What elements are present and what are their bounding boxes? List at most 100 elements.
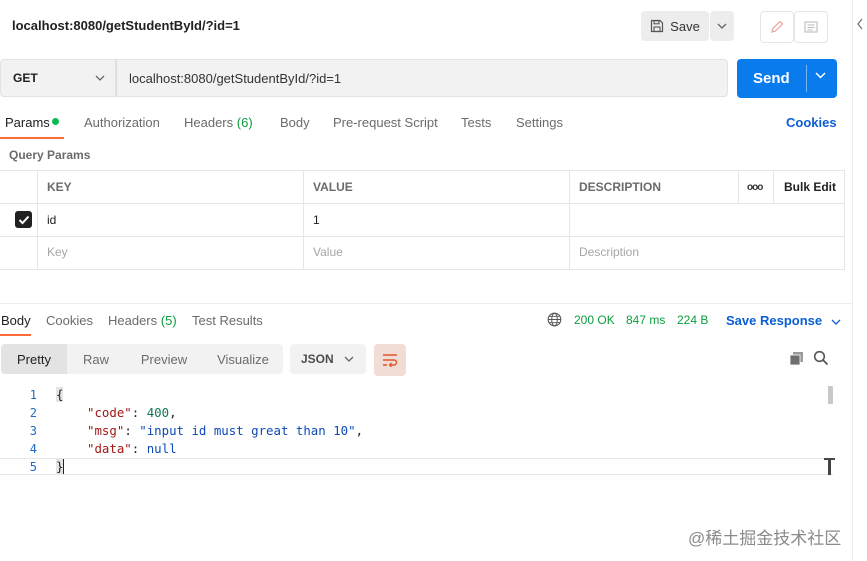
column-header-description: DESCRIPTION	[579, 180, 662, 194]
tab-headers-count: (6)	[236, 115, 253, 130]
copy-icon[interactable]	[789, 351, 804, 366]
table-border	[303, 170, 304, 269]
line-number: 5	[29, 460, 37, 474]
format-label: JSON	[301, 352, 334, 366]
save-options-button[interactable]	[710, 11, 734, 41]
save-button[interactable]: Save	[641, 11, 709, 41]
response-tab-headers-label: Headers	[108, 313, 158, 328]
edit-button[interactable]	[760, 11, 794, 43]
checkmark-icon	[18, 215, 29, 224]
line-number: 4	[29, 442, 37, 456]
table-border	[0, 170, 845, 171]
method-select[interactable]: GET	[0, 59, 116, 97]
tab-pre-request-script[interactable]: Pre-request Script	[333, 115, 438, 130]
tab-params-underline	[0, 137, 64, 139]
response-size[interactable]: 224 B	[677, 313, 708, 327]
json-null: null	[146, 441, 177, 456]
right-sidebar-edge	[852, 0, 867, 561]
params-active-dot	[52, 118, 59, 125]
word-wrap-button[interactable]	[374, 344, 406, 376]
code-line[interactable]: "msg": "input id must great than 10",	[87, 423, 363, 438]
param-key-cell[interactable]: id	[47, 213, 56, 227]
view-raw-button[interactable]: Raw	[67, 344, 125, 374]
json-key: "msg"	[87, 423, 125, 438]
chevron-down-icon	[95, 75, 105, 81]
json-key: "data"	[87, 441, 132, 456]
tab-tests[interactable]: Tests	[461, 115, 491, 130]
response-tab-body[interactable]: Body	[1, 313, 31, 328]
open-brace: {	[56, 387, 64, 402]
method-label: GET	[13, 71, 38, 85]
json-colon: :	[131, 405, 147, 420]
view-pretty-button[interactable]: Pretty	[1, 344, 67, 374]
line-number: 3	[29, 424, 37, 438]
format-select[interactable]: JSON	[290, 344, 366, 374]
chevron-down-icon[interactable]	[815, 72, 826, 79]
code-line[interactable]: "data": null	[87, 441, 177, 456]
code-line[interactable]: {	[56, 387, 64, 402]
column-header-value: VALUE	[313, 180, 353, 194]
json-key: "code"	[87, 405, 132, 420]
table-border	[844, 170, 845, 269]
line-number: 2	[29, 406, 37, 420]
more-options-button[interactable]: ooo	[747, 182, 763, 193]
chevron-down-icon	[717, 23, 727, 29]
tab-body[interactable]: Body	[280, 115, 310, 130]
table-border	[0, 269, 845, 270]
globe-icon[interactable]	[547, 312, 562, 327]
json-number: 400	[146, 405, 170, 420]
code-line[interactable]: "code": 400,	[87, 405, 177, 420]
save-icon	[651, 19, 664, 33]
param-enabled-checkbox[interactable]	[15, 211, 32, 228]
table-border	[0, 236, 845, 237]
response-tab-headers[interactable]: Headers (5)	[108, 313, 177, 328]
close-brace: }	[56, 459, 65, 474]
response-tab-cookies[interactable]: Cookies	[46, 313, 93, 328]
chevron-down-icon	[831, 319, 841, 325]
response-status-code[interactable]: 200 OK	[574, 313, 615, 327]
table-border	[569, 170, 570, 269]
cookies-link[interactable]: Cookies	[786, 115, 837, 130]
pane-divider	[0, 303, 852, 304]
table-border	[37, 170, 38, 269]
response-time[interactable]: 847 ms	[626, 313, 665, 327]
tab-headers[interactable]: Headers (6)	[184, 115, 253, 130]
tab-params[interactable]: Params	[5, 115, 50, 130]
response-tab-test-results[interactable]: Test Results	[192, 313, 263, 328]
request-title: localhost:8080/getStudentById/?id=1	[12, 18, 240, 33]
save-response-button[interactable]: Save Response	[726, 313, 841, 328]
json-colon: :	[124, 423, 140, 438]
response-tab-underline	[0, 334, 31, 336]
documentation-button[interactable]	[794, 11, 828, 43]
view-preview-button[interactable]: Preview	[125, 344, 203, 374]
view-visualize-button[interactable]: Visualize	[203, 344, 283, 374]
param-value-cell[interactable]: 1	[313, 213, 320, 227]
scrollbar-thumb[interactable]	[828, 386, 833, 404]
code-line[interactable]: }	[56, 459, 65, 474]
send-divider	[806, 65, 807, 92]
new-param-value-input[interactable]: Value	[313, 245, 343, 259]
tab-authorization[interactable]: Authorization	[84, 115, 160, 130]
tab-headers-label: Headers	[184, 115, 234, 130]
wrap-lines-icon	[383, 354, 398, 367]
table-border	[0, 203, 845, 204]
active-line-highlight	[0, 458, 833, 475]
chevron-left-icon[interactable]	[856, 18, 864, 30]
new-param-key-input[interactable]: Key	[47, 245, 68, 259]
chevron-down-icon	[344, 356, 354, 362]
url-input[interactable]: localhost:8080/getStudentById/?id=1	[116, 59, 728, 97]
new-param-description-input[interactable]: Description	[579, 245, 639, 259]
line-number: 1	[29, 388, 37, 402]
search-icon[interactable]	[813, 350, 829, 366]
save-response-label: Save Response	[726, 313, 823, 328]
document-icon	[804, 21, 818, 33]
json-comma: ,	[169, 405, 177, 420]
json-colon: :	[131, 441, 147, 456]
tab-settings[interactable]: Settings	[516, 115, 563, 130]
json-comma: ,	[355, 423, 364, 438]
bulk-edit-button[interactable]: Bulk Edit	[784, 180, 836, 194]
watermark: @稀土掘金技术社区	[688, 529, 842, 548]
send-button[interactable]: Send	[737, 59, 837, 98]
query-params-title: Query Params	[9, 148, 91, 162]
table-border	[738, 170, 739, 203]
